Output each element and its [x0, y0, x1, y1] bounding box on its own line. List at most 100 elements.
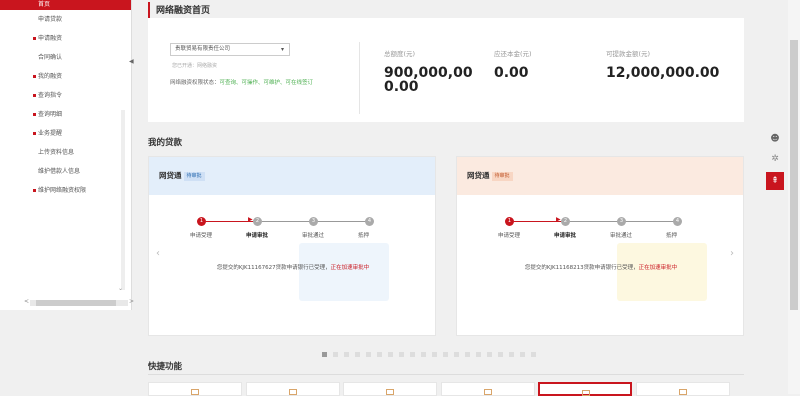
progress-line-done: [514, 221, 562, 222]
scroll-left-icon[interactable]: <: [24, 298, 29, 305]
step-circle: 1: [505, 217, 514, 226]
document-icon: [678, 389, 687, 395]
carousel-dot[interactable]: [498, 352, 503, 357]
step-circle: 1: [197, 217, 206, 226]
sidebar-item-label: 申请贷款: [38, 16, 63, 23]
carousel-dot[interactable]: [520, 352, 525, 357]
permission-status-label: 网络融资权限状态：: [170, 80, 220, 86]
sidebar-item[interactable]: 合同确认: [0, 48, 131, 67]
step-label: 申请受理: [190, 233, 213, 239]
sidebar-item-label: 我的融资: [38, 73, 63, 80]
scroll-thumb[interactable]: [36, 300, 116, 306]
step-label: 申请受理: [498, 233, 521, 239]
loan-message-highlight: 正在加速审批中: [330, 265, 370, 271]
sidebar-item-label: 业务提醒: [38, 130, 63, 137]
stat-principal-due: 应还本金(元) 0.00: [494, 48, 532, 80]
carousel-dot[interactable]: [410, 352, 415, 357]
sidebar-item[interactable]: 申请融资: [0, 29, 131, 48]
loan-product-name: 网贷通: [159, 171, 182, 180]
sidebar-active-item[interactable]: 首页: [0, 0, 131, 10]
sidebar-item[interactable]: 查询指令: [0, 86, 131, 105]
carousel-dot[interactable]: [355, 352, 360, 357]
carousel-dot[interactable]: [344, 352, 349, 357]
carousel-dot[interactable]: [333, 352, 338, 357]
loan-card[interactable]: 网贷通 待审批 ▶ 1 2 3 4 申请受理 申请审批 审批通过 抵押 您提交的KJK11168213…: [456, 156, 744, 336]
bullet-icon: [33, 75, 36, 78]
loan-product-name: 网贷通: [467, 171, 490, 180]
sidebar-item-label: 维护网络融资权限: [38, 187, 87, 194]
page-scrollbar[interactable]: [788, 0, 800, 394]
stat-label: 应还本金(元): [494, 50, 532, 58]
divider: [359, 42, 360, 114]
carousel-dot[interactable]: [399, 352, 404, 357]
page-scroll-thumb[interactable]: [790, 40, 798, 310]
stat-value: 0.00: [494, 65, 529, 81]
carousel-dot[interactable]: [465, 352, 470, 357]
scroll-right-icon[interactable]: >: [129, 298, 134, 305]
step-circle: 4: [365, 217, 374, 226]
sidebar-item[interactable]: 维护借款人信息: [0, 162, 131, 181]
sidebar-horizontal-scrollbar[interactable]: < >: [24, 298, 134, 306]
carousel-dot[interactable]: [454, 352, 459, 357]
carousel-dot[interactable]: [421, 352, 426, 357]
sidebar-item-label: 申请融资: [38, 35, 63, 42]
sidebar-item[interactable]: 申请贷款: [0, 10, 131, 29]
sidebar-item-label: 查询明细: [38, 111, 63, 118]
loan-message-highlight: 正在加速审批中: [638, 265, 678, 271]
loan-card-header: 网贷通 待审批: [149, 157, 435, 195]
loan-status-message: 您提交的KJK11167627贷款申请银行已受理，正在加速审批中: [149, 263, 437, 271]
step-label: 审批通过: [302, 233, 325, 239]
carousel-dot[interactable]: [322, 352, 327, 357]
bullet-icon: [33, 132, 36, 135]
sidebar-item[interactable]: 我的融资: [0, 67, 131, 86]
customer-service-icon[interactable]: ☻: [766, 130, 784, 148]
finance-summary-card: 贵联贸易有限责任公司 ▾ 您已开通：网络融资 网络融资权限状态：可查询、可操作、…: [148, 18, 744, 122]
bullet-icon: [33, 113, 36, 116]
loans-section-title: 我的贷款: [148, 138, 183, 148]
sidebar-vertical-scrollbar[interactable]: ⌄: [118, 110, 128, 292]
sidebar-item[interactable]: 查询明细: [0, 105, 131, 124]
stat-available-amount: 可提款金额(元) 12,000,000.00: [606, 48, 719, 80]
permission-status-value: 可查询、可操作、可维护、可在线签订: [219, 80, 314, 86]
sidebar-item[interactable]: 业务提醒: [0, 124, 131, 143]
illustration-image: [617, 243, 707, 301]
permission-status: 网络融资权限状态：可查询、可操作、可维护、可在线签订: [170, 78, 313, 86]
stat-label: 可提款金额(元): [606, 50, 651, 58]
progress-line-done: [206, 221, 254, 222]
bullet-icon: [33, 189, 36, 192]
carousel-dot[interactable]: [366, 352, 371, 357]
quick-functions-title: 快捷功能: [148, 362, 183, 372]
sidebar: 首页 申请贷款申请融资合同确认我的融资查询指令查询明细业务提醒上传资料信息 维护借…: [0, 0, 134, 310]
carousel-dot[interactable]: [432, 352, 437, 357]
loan-message-text: 您提交的KJK11168213贷款申请银行已受理，: [524, 265, 639, 271]
carousel-prev-icon[interactable]: ‹: [156, 248, 160, 259]
step-label: 申请审批: [554, 233, 577, 239]
carousel-dot[interactable]: [509, 352, 514, 357]
step-circle: 3: [617, 217, 626, 226]
carousel-dot[interactable]: [388, 352, 393, 357]
illustration-image: [299, 243, 389, 301]
progress-arrow-icon: ▶: [556, 216, 561, 223]
carousel-dot[interactable]: [531, 352, 536, 357]
stat-label: 总额度(元): [384, 50, 416, 58]
chevron-down-icon[interactable]: ▾: [281, 44, 284, 55]
step-circle: 2: [561, 217, 570, 226]
company-select[interactable]: 贵联贸易有限责任公司 ▾: [170, 43, 290, 56]
carousel-next-icon[interactable]: ›: [730, 248, 734, 259]
carousel-dot[interactable]: [377, 352, 382, 357]
carousel-dot[interactable]: [443, 352, 448, 357]
loan-status-message: 您提交的KJK11168213贷款申请银行已受理，正在加速审批中: [457, 263, 745, 271]
sidebar-item-label: 查询指令: [38, 92, 63, 99]
carousel-dot[interactable]: [487, 352, 492, 357]
settings-icon[interactable]: ✲: [766, 150, 784, 168]
loan-card-header: 网贷通 待审批: [457, 157, 743, 195]
carousel-dot[interactable]: [476, 352, 481, 357]
step-label: 抵押: [666, 233, 678, 239]
sidebar-item[interactable]: 维护网络融资权限: [0, 181, 131, 200]
sidebar-collapse-icon[interactable]: ◀: [129, 58, 134, 65]
loan-card[interactable]: 网贷通 待审批 ▶ 1 2 3 4 申请受理 申请审批 审批通过 抵押 您提交的KJK11167627…: [148, 156, 436, 336]
sidebar-item[interactable]: 上传资料信息: [0, 143, 131, 162]
step-circle: 3: [309, 217, 318, 226]
step-label: 抵押: [358, 233, 370, 239]
back-to-top-icon[interactable]: ⇞: [766, 172, 784, 190]
